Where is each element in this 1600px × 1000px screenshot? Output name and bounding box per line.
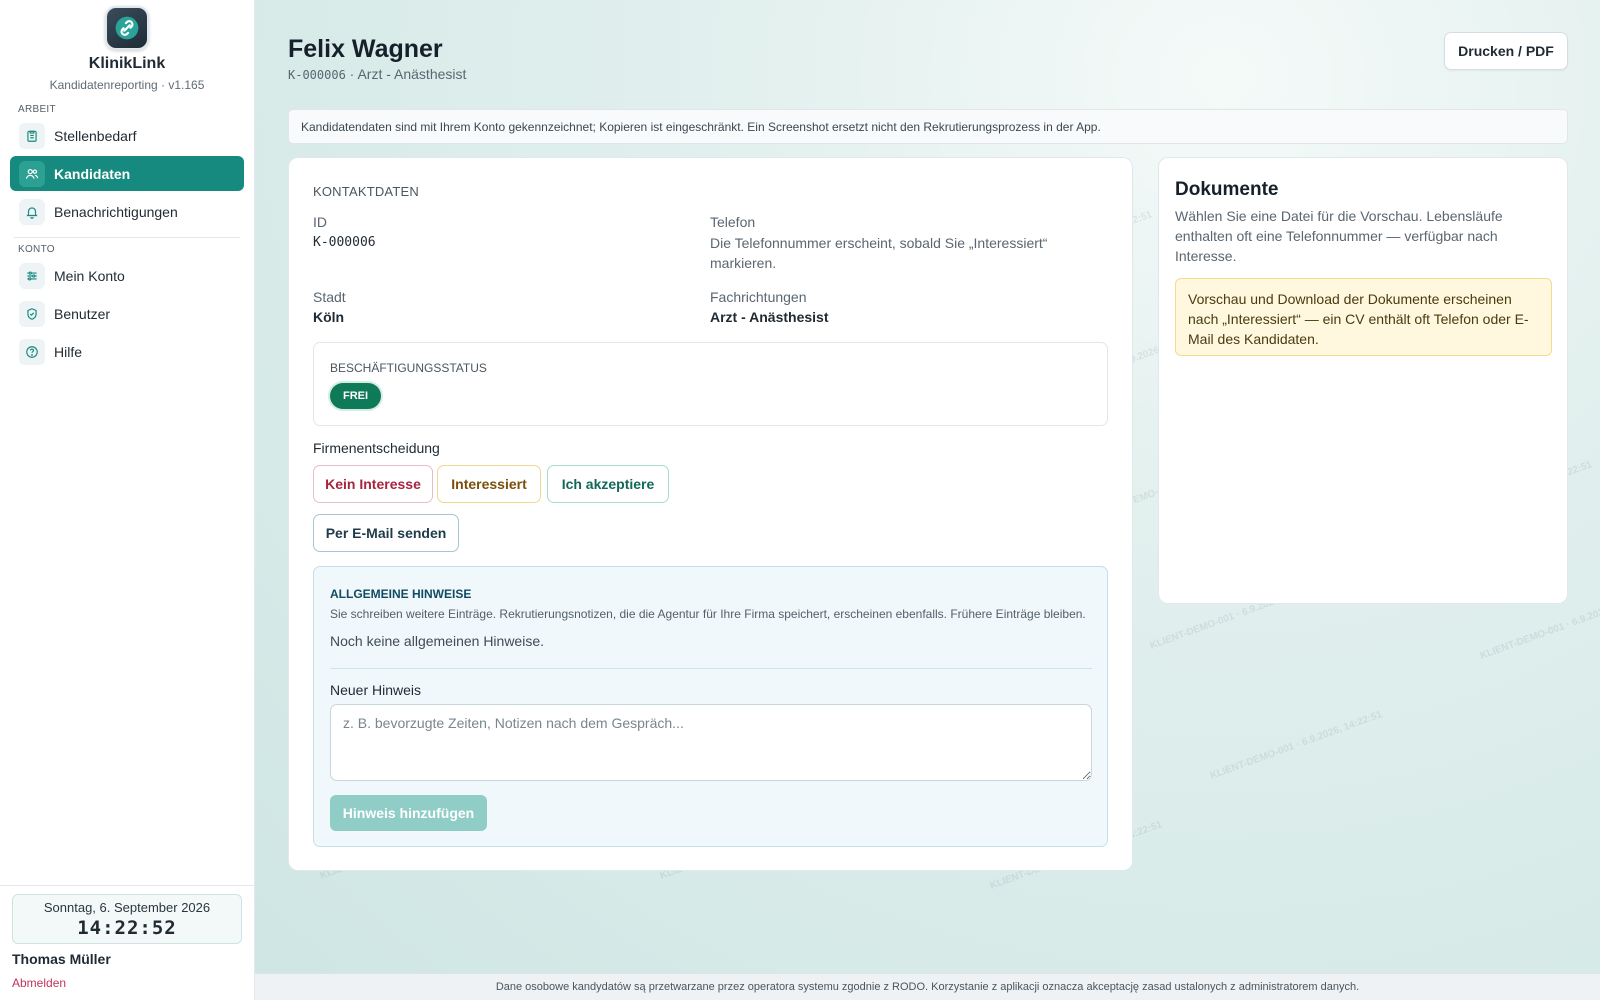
sidebar-item-mein-konto[interactable]: Mein Konto (10, 258, 244, 293)
clock-time: 14:22:52 (77, 917, 177, 939)
add-hint-button[interactable]: Hinweis hinzufügen (330, 795, 487, 831)
interested-button[interactable]: Interessiert (437, 465, 541, 503)
sidebar-item-label: Kandidaten (54, 165, 131, 182)
sidebar-item-label: Mein Konto (54, 267, 125, 284)
city-value: Köln (313, 309, 345, 325)
sidebar-divider (14, 237, 240, 238)
specialty-label: Fachrichtungen (710, 289, 807, 305)
sidebar-item-label: Stellenbedarf (54, 127, 137, 144)
logout-link[interactable]: Abmelden (12, 976, 66, 990)
candidate-card: KONTAKTDATEN ID K-000006 Telefon Die Tel… (288, 157, 1133, 871)
app-name: KlinikLink (88, 55, 166, 72)
id-value: K-000006 (313, 235, 376, 250)
sidebar-item-label: Hilfe (54, 343, 83, 360)
candidate-specialty: · Arzt - Anästhesist (345, 66, 467, 82)
sidebar: KlinikLink Kandidatenreporting · v1.165 … (0, 0, 255, 1000)
phone-value: Die Telefonnummer erscheint, sobald Sie … (710, 235, 1048, 271)
general-hints-panel: ALLGEMEINE HINWEISE Sie schreiben weiter… (313, 566, 1108, 847)
documents-warning: Vorschau und Download der Dokumente ersc… (1175, 278, 1552, 356)
decision-label: Firmenentscheidung (313, 440, 440, 456)
new-hint-label: Neuer Hinweis (330, 682, 422, 698)
help-icon (19, 338, 45, 365)
id-label: ID (313, 214, 327, 230)
clipboard-icon (19, 122, 45, 149)
specialty-value: Arzt - Anästhesist (710, 309, 829, 325)
sidebar-item-kandidaten[interactable]: Kandidaten (10, 156, 244, 191)
accept-button[interactable]: Ich akzeptiere (547, 465, 669, 503)
new-hint-textarea[interactable] (330, 704, 1092, 781)
sidebar-item-label: Benutzer (54, 305, 111, 322)
gdpr-footer: Dane osobowe kandydatów są przetwarzane … (255, 973, 1600, 1000)
documents-description: Wählen Sie eine Datei für die Vorschau. … (1175, 208, 1503, 264)
contact-heading: KONTAKTDATEN (313, 184, 419, 199)
employment-status-box: BESCHÄFTIGUNGSSTATUS FREI (313, 342, 1108, 426)
sidebar-footer: Sonntag, 6. September 2026 14:22:52 Thom… (0, 885, 254, 1000)
sliders-icon (19, 262, 45, 289)
hints-divider (330, 668, 1092, 669)
clock-date: Sonntag, 6. September 2026 (43, 900, 211, 915)
sidebar-item-hilfe[interactable]: Hilfe (10, 334, 244, 369)
print-pdf-button[interactable]: Drucken / PDF (1444, 32, 1568, 70)
sidebar-item-benutzer[interactable]: Benutzer (10, 296, 244, 331)
app-logo-icon (105, 6, 149, 50)
brand: KlinikLink Kandidatenreporting · v1.165 (0, 0, 254, 92)
data-notice-banner: Kandidatendaten sind mit Ihrem Konto gek… (288, 109, 1568, 144)
no-interest-button[interactable]: Kein Interesse (313, 465, 433, 503)
section-label-work: ARBEIT (18, 104, 56, 115)
phone-label: Telefon (710, 214, 756, 230)
watermark: KLIENT-DEMO-001 · 6.9.2026, 14:22:51 (1208, 709, 1384, 782)
employment-status-label: BESCHÄFTIGUNGSSTATUS (330, 361, 487, 375)
sidebar-item-label: Benachrichtigungen (54, 203, 178, 220)
current-user-name: Thomas Müller (12, 951, 111, 967)
sidebar-item-stellenbedarf[interactable]: Stellenbedarf (10, 118, 244, 153)
hints-description: Sie schreiben weitere Einträge. Rekrutie… (330, 607, 1086, 621)
main-content: KLIENT-DEMO-001 · 6.9.2026, 14:22:51 KLI… (255, 0, 1600, 973)
app-version: Kandidatenreporting · v1.165 (49, 78, 205, 92)
status-badge: FREI (330, 383, 382, 409)
clock-widget: Sonntag, 6. September 2026 14:22:52 (12, 894, 242, 944)
section-label-account: KONTO (18, 244, 55, 255)
candidate-id: K-000006 (288, 68, 346, 82)
bell-icon (19, 198, 45, 225)
page-title: Felix Wagner (288, 35, 443, 63)
hints-empty-state: Noch keine allgemeinen Hinweise. (330, 633, 545, 649)
hints-heading: ALLGEMEINE HINWEISE (330, 587, 472, 601)
page-subtitle: K-000006 · Arzt - Anästhesist (288, 66, 466, 82)
documents-card: Dokumente Wählen Sie eine Datei für die … (1158, 157, 1568, 604)
users-icon (19, 160, 45, 187)
send-email-button[interactable]: Per E-Mail senden (313, 514, 459, 552)
documents-heading: Dokumente (1175, 179, 1279, 200)
shield-icon (19, 300, 45, 327)
sidebar-item-benachrichtigungen[interactable]: Benachrichtigungen (10, 194, 244, 229)
city-label: Stadt (313, 289, 346, 305)
